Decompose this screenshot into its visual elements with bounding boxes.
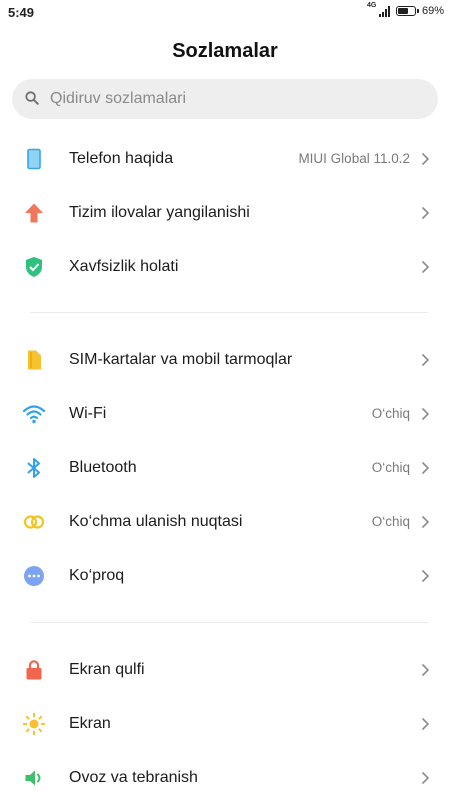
battery-percent: 69% [421, 5, 444, 17]
settings-item-more[interactable]: Ko‘proq [0, 549, 450, 603]
chevron-right-icon [421, 569, 430, 583]
arrow-up-icon [25, 203, 43, 223]
settings-item-value: O‘chiq [371, 460, 410, 475]
settings-item-display[interactable]: Ekran [0, 697, 450, 751]
chevron-right-icon [421, 407, 430, 421]
phone-icon [27, 148, 41, 170]
chevron-right-icon [421, 515, 430, 529]
search-bar[interactable] [12, 79, 438, 119]
brightness-icon [22, 712, 46, 736]
chevron-right-icon [421, 771, 430, 785]
settings-item-label: Ko‘proq [69, 567, 125, 584]
search-input[interactable] [50, 79, 420, 119]
status-bar: 5:49 4G 69% [0, 0, 450, 26]
settings-item-label: Ekran [69, 715, 111, 732]
chevron-right-icon [421, 260, 430, 274]
settings-item-label: Tizim ilovalar yangilanishi [69, 204, 250, 221]
settings-item-sim-cards[interactable]: SIM-kartalar va mobil tarmoqlar [0, 333, 450, 387]
settings-item-value: O‘chiq [371, 406, 410, 421]
speaker-icon [25, 770, 41, 786]
settings-item-label: Telefon haqida [69, 150, 174, 167]
page-title: Sozlamalar [172, 40, 278, 62]
settings-item-value: MIUI Global 11.0.2 [298, 151, 410, 166]
settings-item-system-app-updates[interactable]: Tizim ilovalar yangilanishi [0, 186, 450, 240]
chevron-right-icon [421, 152, 430, 166]
more-icon [24, 566, 44, 586]
status-icons: 4G 69% [367, 2, 444, 18]
section-divider [30, 622, 428, 623]
battery-icon [395, 6, 419, 16]
chevron-right-icon [421, 353, 430, 367]
signal-icon: 4G [367, 2, 390, 17]
sim-card-icon [28, 350, 41, 370]
chevron-right-icon [421, 663, 430, 677]
settings-item-lock-screen[interactable]: Ekran qulfi [0, 643, 450, 697]
settings-item-label: Ko‘chma ulanish nuqtasi [69, 513, 243, 530]
chevron-right-icon [421, 717, 430, 731]
settings-item-about-phone[interactable]: Telefon haqida MIUI Global 11.0.2 [0, 132, 450, 186]
settings-item-value: O‘chiq [371, 514, 410, 529]
settings-item-wifi[interactable]: Wi-Fi O‘chiq [0, 387, 450, 441]
settings-item-sound-vibration[interactable]: Ovoz va tebranish [0, 751, 450, 805]
settings-item-hotspot[interactable]: Ko‘chma ulanish nuqtasi O‘chiq [0, 495, 450, 549]
hotspot-icon [23, 515, 45, 529]
shield-icon [26, 257, 42, 277]
search-icon [25, 91, 39, 105]
lock-icon [26, 660, 42, 680]
chevron-right-icon [421, 206, 430, 220]
settings-item-label: Xavfsizlik holati [69, 258, 179, 275]
settings-item-bluetooth[interactable]: Bluetooth O‘chiq [0, 441, 450, 495]
network-type: 4G [366, 1, 377, 9]
section-divider [30, 312, 428, 313]
bluetooth-icon [27, 458, 40, 478]
chevron-right-icon [421, 461, 430, 475]
settings-item-label: Bluetooth [69, 459, 137, 476]
status-time: 5:49 [8, 5, 35, 20]
wifi-icon [22, 405, 46, 424]
settings-item-label: Ovoz va tebranish [69, 769, 198, 786]
settings-item-security-status[interactable]: Xavfsizlik holati [0, 240, 450, 294]
settings-item-label: Wi-Fi [69, 405, 107, 422]
settings-item-label: SIM-kartalar va mobil tarmoqlar [69, 351, 293, 368]
settings-item-label: Ekran qulfi [69, 661, 145, 678]
